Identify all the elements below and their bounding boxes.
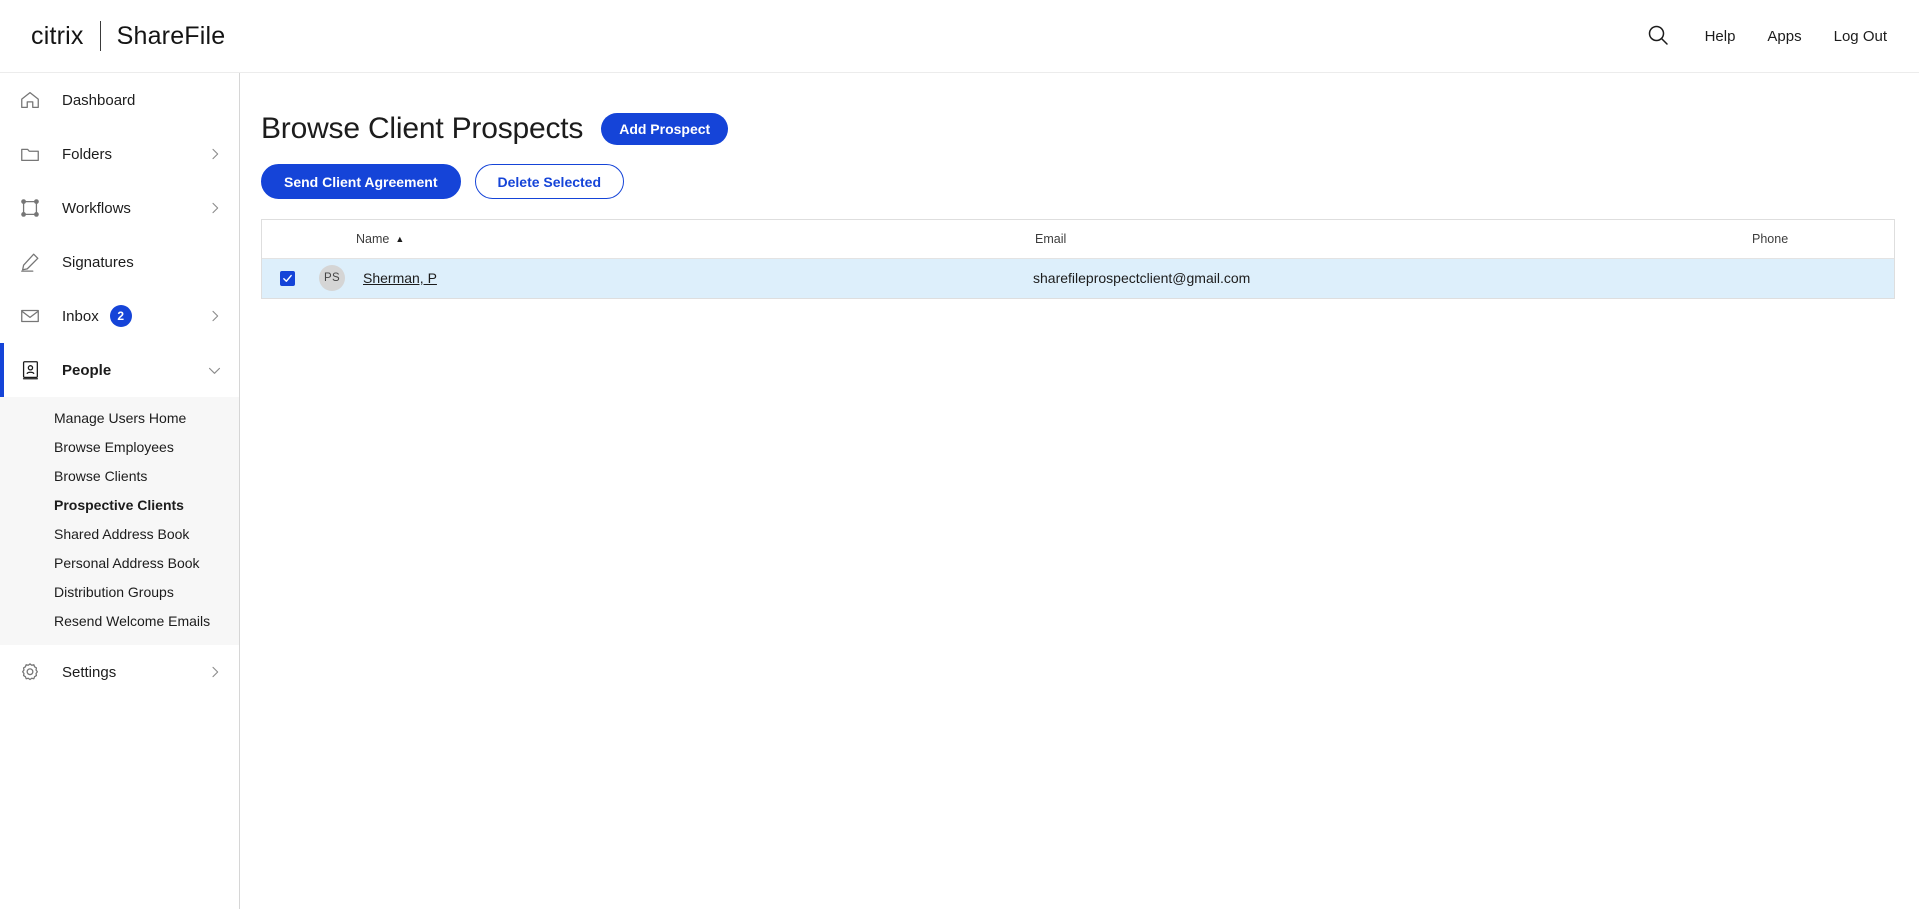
table-header-row: Name ▲ Email Phone xyxy=(262,220,1894,259)
sidebar-item-people[interactable]: People xyxy=(0,343,239,397)
sidebar-item-browse-clients[interactable]: Browse Clients xyxy=(0,461,239,490)
sidebar-item-manage-users-home[interactable]: Manage Users Home xyxy=(0,403,239,432)
delete-selected-button[interactable]: Delete Selected xyxy=(474,164,625,199)
app-header: citrix ShareFile Help Apps Log Out xyxy=(0,0,1919,73)
prospect-name-link[interactable]: Sherman, P xyxy=(363,270,437,286)
table-head: Name ▲ Email Phone xyxy=(262,220,1894,259)
sidebar-item-personal-address-book[interactable]: Personal Address Book xyxy=(0,548,239,577)
header-actions: Help Apps Log Out xyxy=(1643,21,1887,51)
logout-link[interactable]: Log Out xyxy=(1834,28,1887,45)
sidebar-item-resend-welcome-emails[interactable]: Resend Welcome Emails xyxy=(0,606,239,635)
sidebar-item-settings[interactable]: Settings xyxy=(0,645,239,699)
column-header-phone[interactable]: Phone xyxy=(1742,220,1894,259)
sidebar-label-dashboard: Dashboard xyxy=(62,91,136,109)
sidebar-label-signatures: Signatures xyxy=(62,253,134,271)
sidebar-item-inbox[interactable]: Inbox 2 xyxy=(0,289,239,343)
sidebar-item-workflows[interactable]: Workflows xyxy=(0,181,239,235)
row-name-cell: PS Sherman, P xyxy=(312,258,1027,298)
sidebar-label-people: People xyxy=(62,361,112,379)
prospects-table: Name ▲ Email Phone PS Sherman, P sharefi… xyxy=(262,220,1894,298)
row-select-cell xyxy=(262,258,312,298)
brand-citrix-text: citrix xyxy=(31,21,84,50)
brand-logo[interactable]: citrix ShareFile xyxy=(31,16,225,56)
submenu-label: Resend Welcome Emails xyxy=(54,612,211,629)
help-link[interactable]: Help xyxy=(1705,28,1736,45)
sidebar-item-dashboard[interactable]: Dashboard xyxy=(0,73,239,127)
table-row[interactable]: PS Sherman, P sharefileprospectclient@gm… xyxy=(262,258,1894,298)
action-buttons: Send Client Agreement Delete Selected xyxy=(261,164,1919,199)
sidebar-item-browse-employees[interactable]: Browse Employees xyxy=(0,432,239,461)
folder-icon xyxy=(16,140,44,168)
chevron-right-icon xyxy=(207,200,223,216)
chevron-right-icon xyxy=(207,664,223,680)
send-client-agreement-button[interactable]: Send Client Agreement xyxy=(261,164,461,199)
submenu-label: Manage Users Home xyxy=(54,409,187,426)
submenu-label: Shared Address Book xyxy=(54,525,190,542)
submenu-label: Browse Employees xyxy=(54,438,174,455)
brand-product-text: ShareFile xyxy=(116,21,226,50)
column-header-email[interactable]: Email xyxy=(1027,220,1742,259)
column-label-email: Email xyxy=(1035,231,1067,246)
chevron-down-icon xyxy=(206,362,223,379)
submenu-label: Distribution Groups xyxy=(54,583,174,600)
row-checkbox[interactable] xyxy=(279,270,295,286)
contact-book-icon xyxy=(16,356,44,384)
column-header-select xyxy=(262,220,312,259)
gear-icon xyxy=(16,658,44,686)
chevron-right-icon xyxy=(207,146,223,162)
home-icon xyxy=(16,86,44,114)
sidebar-label-folders: Folders xyxy=(62,145,113,163)
search-icon xyxy=(1646,23,1670,50)
sidebar-item-distribution-groups[interactable]: Distribution Groups xyxy=(0,577,239,606)
brand-divider xyxy=(99,21,101,51)
row-email-cell: sharefileprospectclient@gmail.com xyxy=(1027,258,1742,298)
prospects-table-container: Name ▲ Email Phone PS Sherman, P sharefi… xyxy=(261,219,1895,299)
pen-icon xyxy=(16,248,44,276)
sort-ascending-icon: ▲ xyxy=(395,233,405,244)
add-prospect-button[interactable]: Add Prospect xyxy=(601,113,729,145)
page-title: Browse Client Prospects xyxy=(261,112,584,145)
workflows-icon xyxy=(16,194,44,222)
sidebar-item-folders[interactable]: Folders xyxy=(0,127,239,181)
sidebar-label-workflows: Workflows xyxy=(62,199,131,217)
sidebar-item-signatures[interactable]: Signatures xyxy=(0,235,239,289)
submenu-label: Prospective Clients xyxy=(54,496,184,513)
sidebar: Dashboard Folders Workflows Signatures I… xyxy=(0,73,240,909)
sidebar-label-inbox: Inbox xyxy=(62,307,99,325)
submenu-label: Personal Address Book xyxy=(54,554,200,571)
prospect-email: sharefileprospectclient@gmail.com xyxy=(1033,270,1251,287)
chevron-right-icon xyxy=(207,308,223,324)
avatar: PS xyxy=(319,265,345,292)
people-submenu: Manage Users Home Browse Employees Brows… xyxy=(0,397,239,645)
page-header: Browse Client Prospects Add Prospect xyxy=(261,112,1919,146)
column-header-name[interactable]: Name ▲ xyxy=(312,220,1027,259)
submenu-label: Browse Clients xyxy=(54,467,148,484)
apps-link[interactable]: Apps xyxy=(1767,28,1801,45)
sidebar-item-shared-address-book[interactable]: Shared Address Book xyxy=(0,519,239,548)
sidebar-label-settings: Settings xyxy=(62,663,117,681)
column-label-phone: Phone xyxy=(1752,231,1789,246)
table-body: PS Sherman, P sharefileprospectclient@gm… xyxy=(262,258,1894,298)
sidebar-item-prospective-clients[interactable]: Prospective Clients xyxy=(0,490,239,519)
row-phone-cell xyxy=(1742,258,1894,298)
column-label-name: Name xyxy=(356,231,390,246)
inbox-badge: 2 xyxy=(109,305,132,327)
main-content: Browse Client Prospects Add Prospect Sen… xyxy=(241,73,1919,909)
envelope-icon xyxy=(16,302,44,330)
search-button[interactable] xyxy=(1643,21,1673,51)
